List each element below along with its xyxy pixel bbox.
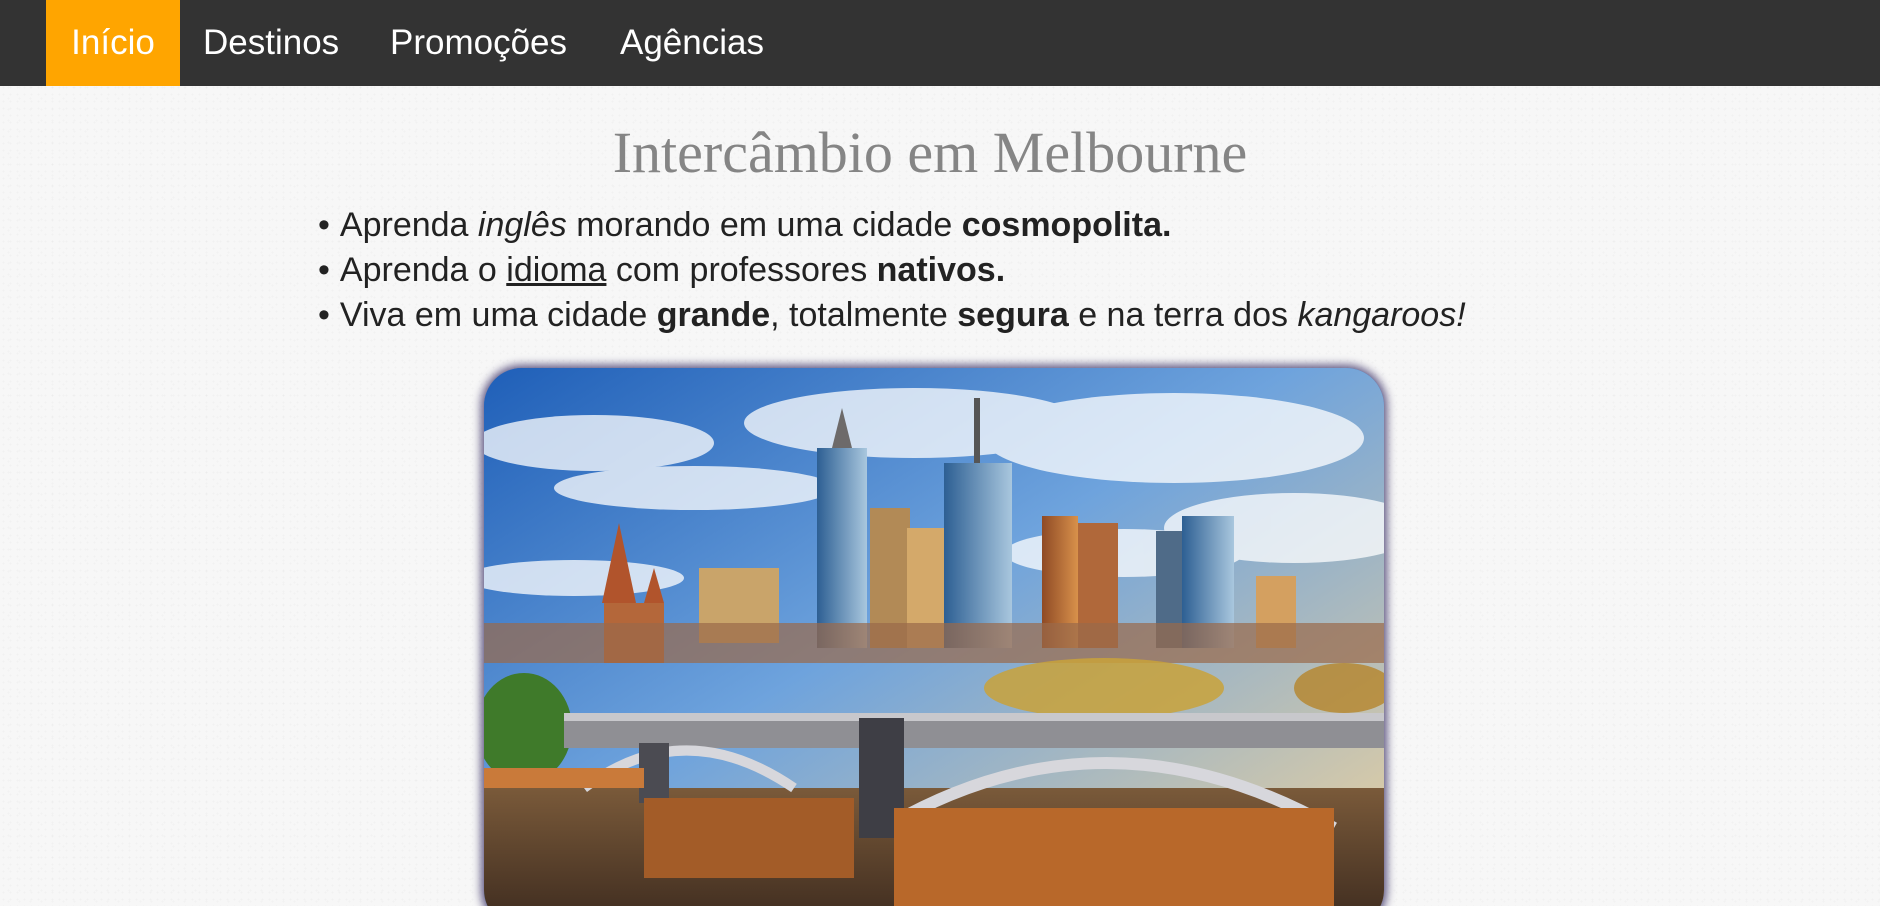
feature-item-city: • Viva em uma cidade grande, totalmente s… [318,293,1466,338]
feature-item-teachers: • Aprenda o idioma com professores nativo… [318,248,1466,293]
feature-underline: idioma [506,251,607,289]
feature-text: morando em uma cidade [566,206,962,244]
top-navbar: Início Destinos Promoções Agências [0,0,1880,86]
nav-item-agencias[interactable]: Agências [620,0,764,86]
feature-list: • Aprenda inglês morando em uma cidade co… [318,203,1466,338]
feature-text: Aprenda [339,206,478,244]
feature-emphasis: inglês [477,206,567,244]
feature-text: Viva em uma cidade [339,296,657,334]
feature-item-english: • Aprenda inglês morando em uma cidade co… [318,203,1466,248]
feature-emphasis: kangaroos! [1297,296,1466,334]
city-photo [484,368,1384,906]
feature-text: com professores [606,251,877,289]
melbourne-skyline-image [484,368,1384,906]
nav-item-promocoes[interactable]: Promoções [390,0,567,86]
feature-strong: segura [957,296,1069,334]
feature-text: Aprenda o [339,251,507,289]
feature-text: , totalmente [770,296,958,334]
feature-strong: cosmopolita. [961,206,1172,244]
bullet: • [318,296,330,334]
nav-item-destinos[interactable]: Destinos [203,0,339,86]
page-title: Intercâmbio em Melbourne [612,120,1248,185]
feature-text: e na terra dos [1068,296,1298,334]
feature-strong: grande [656,296,771,334]
bullet: • [318,251,330,289]
bullet: • [318,206,330,244]
nav-item-inicio[interactable]: Início [46,0,180,86]
feature-strong: nativos. [876,251,1006,289]
